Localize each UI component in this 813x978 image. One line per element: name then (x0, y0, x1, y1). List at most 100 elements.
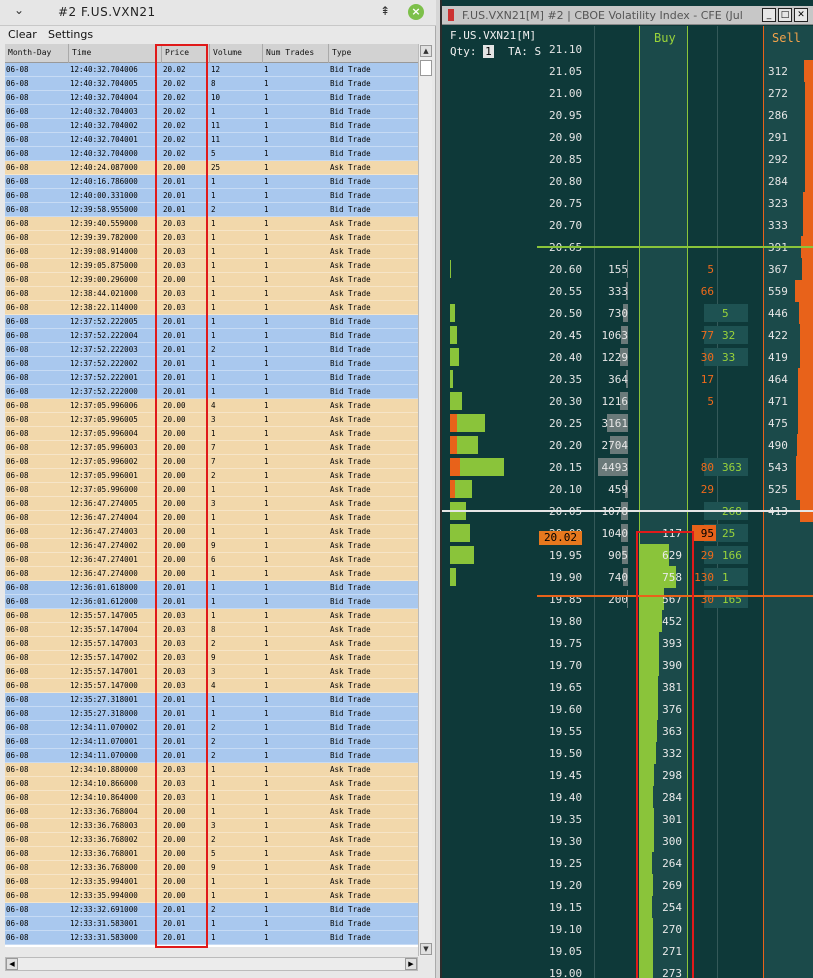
table-row[interactable]: 06-08 12:39:58.955000 20.01 2 1 Bid Trade (5, 203, 418, 217)
table-row[interactable]: 06-08 12:33:36.768001 20.00 5 1 Ask Trade (5, 847, 418, 861)
ladder-row[interactable]: 19.35 301 (442, 808, 813, 830)
ladder-row[interactable]: 20.10 459 29 525 (442, 478, 813, 500)
ladder-row[interactable]: 19.40 284 (442, 786, 813, 808)
table-row[interactable]: 06-08 12:36:01.612000 20.01 1 1 Bid Trade (5, 595, 418, 609)
ladder-row[interactable]: 19.30 300 (442, 830, 813, 852)
table-row[interactable]: 06-08 12:36:47.274005 20.00 3 1 Ask Trade (5, 497, 418, 511)
ladder-row[interactable]: 20.15 4493 80 363 543 (442, 456, 813, 478)
table-row[interactable]: 06-08 12:34:11.070002 20.01 2 1 Bid Trade (5, 721, 418, 735)
ladder-row[interactable]: 19.15 254 (442, 896, 813, 918)
table-row[interactable]: 06-08 12:40:32.704006 20.02 12 1 Bid Trade (5, 63, 418, 77)
column-header-4[interactable]: Num Trades (266, 48, 314, 57)
pin-icon[interactable]: ⇞ (380, 4, 390, 18)
table-row[interactable]: 06-08 12:37:52.222000 20.01 1 1 Bid Trade (5, 385, 418, 399)
table-row[interactable]: 06-08 12:37:52.222002 20.01 1 1 Bid Trade (5, 357, 418, 371)
ladder-row[interactable]: 19.45 298 (442, 764, 813, 786)
table-row[interactable]: 06-08 12:33:35.994000 20.00 1 1 Ask Trade (5, 889, 418, 903)
horizontal-scrollbar[interactable]: ◀ ▶ (5, 957, 418, 971)
table-row[interactable]: 06-08 12:39:05.875000 20.03 1 1 Ask Trade (5, 259, 418, 273)
table-row[interactable]: 06-08 12:35:57.147001 20.03 3 1 Ask Trade (5, 665, 418, 679)
ladder-row[interactable]: 20.95 286 (442, 104, 813, 126)
column-header-0[interactable]: Month-Day (8, 48, 51, 57)
table-row[interactable]: 06-08 12:34:10.880000 20.03 1 1 Ask Trade (5, 763, 418, 777)
ladder-row[interactable]: 19.25 264 (442, 852, 813, 874)
table-row[interactable]: 06-08 12:40:32.704000 20.02 5 1 Bid Trade (5, 147, 418, 161)
table-row[interactable]: 06-08 12:37:52.222004 20.01 1 1 Bid Trade (5, 329, 418, 343)
table-row[interactable]: 06-08 12:38:22.114000 20.03 1 1 Ask Trade (5, 301, 418, 315)
table-row[interactable]: 06-08 12:37:05.996002 20.00 7 1 Ask Trade (5, 455, 418, 469)
table-row[interactable]: 06-08 12:34:10.864000 20.03 1 1 Ask Trade (5, 791, 418, 805)
maximize-icon[interactable]: □ (778, 8, 792, 22)
table-row[interactable]: 06-08 12:36:47.274000 20.00 1 1 Ask Trade (5, 567, 418, 581)
ladder-row[interactable]: 20.45 1063 77 32 422 (442, 324, 813, 346)
ladder-row[interactable]: 20.70 333 (442, 214, 813, 236)
table-row[interactable]: 06-08 12:34:11.070001 20.01 2 1 Bid Trade (5, 735, 418, 749)
minimize-icon[interactable]: _ (762, 8, 776, 22)
table-row[interactable]: 06-08 12:33:32.691000 20.01 2 1 Bid Trade (5, 903, 418, 917)
table-row[interactable]: 06-08 12:37:05.996000 20.00 1 1 Ask Trade (5, 483, 418, 497)
table-row[interactable]: 06-08 12:37:52.222003 20.01 2 1 Bid Trade (5, 343, 418, 357)
column-header-1[interactable]: Time (72, 48, 91, 57)
ladder-row[interactable]: 19.70 390 (442, 654, 813, 676)
ladder-row[interactable]: 19.55 363 (442, 720, 813, 742)
window-close-icon[interactable]: ✕ (794, 8, 808, 22)
vertical-scrollbar[interactable]: ▲ ▼ (418, 44, 432, 956)
ladder-row[interactable]: 20.60 155 5 367 (442, 258, 813, 280)
menu-settings[interactable]: Settings (48, 28, 93, 41)
table-row[interactable]: 06-08 12:40:16.786000 20.01 1 1 Bid Trade (5, 175, 418, 189)
chevron-down-icon[interactable]: ⌄ (14, 3, 24, 17)
table-row[interactable]: 06-08 12:35:57.147002 20.03 9 1 Ask Trade (5, 651, 418, 665)
table-row[interactable]: 06-08 12:35:27.318000 20.01 1 1 Bid Trade (5, 707, 418, 721)
table-row[interactable]: 06-08 12:36:47.274001 20.00 6 1 Ask Trade (5, 553, 418, 567)
ladder-row[interactable]: 19.50 332 (442, 742, 813, 764)
ladder-row[interactable]: 21.05 312 (442, 60, 813, 82)
menu-clear[interactable]: Clear (8, 28, 37, 41)
scroll-left-icon[interactable]: ◀ (6, 958, 18, 970)
ladder-row[interactable]: 21.00 272 (442, 82, 813, 104)
ladder-row[interactable]: 20.40 1229 30 33 419 (442, 346, 813, 368)
column-header-5[interactable]: Type (332, 48, 351, 57)
column-header-3[interactable]: Volume (213, 48, 242, 57)
table-row[interactable]: 06-08 12:37:52.222005 20.01 1 1 Bid Trade (5, 315, 418, 329)
table-row[interactable]: 06-08 12:40:32.704001 20.02 11 1 Bid Trade (5, 133, 418, 147)
table-row[interactable]: 06-08 12:39:00.296000 20.00 1 1 Ask Trade (5, 273, 418, 287)
table-row[interactable]: 06-08 12:35:57.147005 20.03 1 1 Ask Trade (5, 609, 418, 623)
table-row[interactable]: 06-08 12:40:24.087000 20.00 25 1 Ask Trade (5, 161, 418, 175)
table-row[interactable]: 06-08 12:37:05.996004 20.00 1 1 Ask Trade (5, 427, 418, 441)
table-row[interactable]: 06-08 12:34:11.070000 20.01 2 1 Bid Trade (5, 749, 418, 763)
table-row[interactable]: 06-08 12:35:57.147004 20.03 8 1 Ask Trade (5, 623, 418, 637)
table-row[interactable]: 06-08 12:33:35.994001 20.00 1 1 Ask Trade (5, 875, 418, 889)
qty-value[interactable]: 1 (483, 45, 494, 58)
table-row[interactable]: 06-08 12:40:32.704003 20.02 1 1 Bid Trade (5, 105, 418, 119)
table-row[interactable]: 06-08 12:38:44.021000 20.03 1 1 Ask Trade (5, 287, 418, 301)
table-row[interactable]: 06-08 12:33:36.768000 20.00 9 1 Ask Trade (5, 861, 418, 875)
table-row[interactable]: 06-08 12:37:05.996001 20.00 2 1 Ask Trade (5, 469, 418, 483)
ladder-row[interactable]: 20.25 3161 475 (442, 412, 813, 434)
ladder-row[interactable]: 20.50 730 5 446 (442, 302, 813, 324)
ladder-row[interactable]: 19.20 269 (442, 874, 813, 896)
ladder-row[interactable]: 19.10 270 (442, 918, 813, 940)
table-row[interactable]: 06-08 12:35:27.318001 20.01 1 1 Bid Trade (5, 693, 418, 707)
ladder-row[interactable]: 19.00 273 (442, 962, 813, 978)
ladder-row[interactable]: 20.30 1216 5 471 (442, 390, 813, 412)
ladder-row[interactable]: 20.0010401179525 (442, 522, 813, 544)
table-row[interactable]: 06-08 12:36:47.274002 20.00 9 1 Ask Trade (5, 539, 418, 553)
table-row[interactable]: 06-08 12:34:10.866000 20.03 1 1 Ask Trade (5, 777, 418, 791)
table-row[interactable]: 06-08 12:33:31.583001 20.01 1 1 Bid Trade (5, 917, 418, 931)
table-row[interactable]: 06-08 12:40:00.331000 20.01 1 1 Bid Trade (5, 189, 418, 203)
table-row[interactable]: 06-08 12:33:36.768004 20.00 1 1 Ask Trade (5, 805, 418, 819)
scroll-thumb[interactable] (420, 60, 432, 76)
close-icon[interactable]: × (408, 4, 424, 20)
ladder-row[interactable]: 19.95 905 629 29 166 (442, 544, 813, 566)
table-row[interactable]: 06-08 12:40:32.704005 20.02 8 1 Bid Trade (5, 77, 418, 91)
table-row[interactable]: 06-08 12:36:47.274004 20.00 1 1 Ask Trade (5, 511, 418, 525)
table-row[interactable]: 06-08 12:33:36.768002 20.00 2 1 Ask Trade (5, 833, 418, 847)
table-row[interactable]: 06-08 12:40:32.704002 20.02 11 1 Bid Trade (5, 119, 418, 133)
ladder-row[interactable]: 20.85 292 (442, 148, 813, 170)
column-header-2[interactable]: Price (165, 48, 189, 57)
ladder-row[interactable]: 20.80 284 (442, 170, 813, 192)
scroll-down-icon[interactable]: ▼ (420, 943, 432, 955)
ladder-row[interactable]: 20.90 291 (442, 126, 813, 148)
table-row[interactable]: 06-08 12:33:31.583000 20.01 1 1 Bid Trade (5, 931, 418, 945)
table-row[interactable]: 06-08 12:37:05.996003 20.00 7 1 Ask Trade (5, 441, 418, 455)
